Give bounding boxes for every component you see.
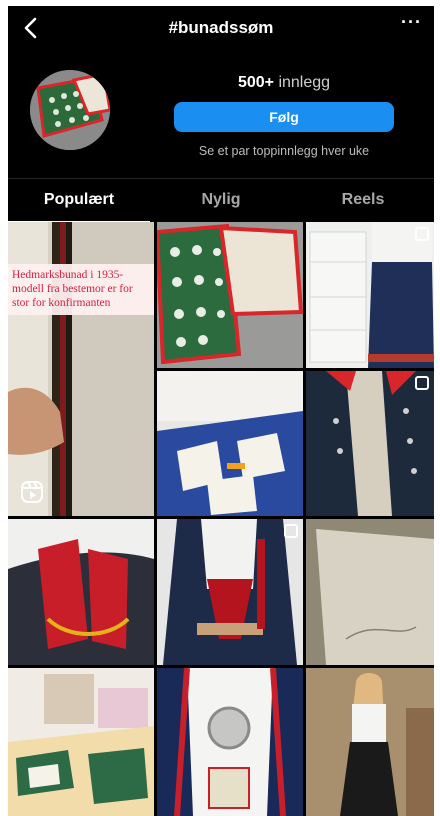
grid-post[interactable] xyxy=(306,519,434,665)
grid-post[interactable] xyxy=(306,371,434,516)
tab-reels[interactable]: Reels xyxy=(292,179,434,223)
grid-post[interactable] xyxy=(306,222,434,368)
grid-post[interactable] xyxy=(157,668,303,816)
grid-post-featured-reel[interactable]: Hedmarksbunad i 1935-modell fra bestemor… xyxy=(8,222,154,516)
grid-post[interactable] xyxy=(157,222,303,368)
tab-recent[interactable]: Nylig xyxy=(150,179,292,223)
multiple-posts-icon xyxy=(415,376,429,390)
content-tabs: Populært Nylig Reels xyxy=(8,178,434,222)
post-count: 500+ innlegg xyxy=(174,74,394,92)
multiple-posts-icon xyxy=(284,524,298,538)
grid-post[interactable] xyxy=(157,519,303,665)
grid-post[interactable] xyxy=(306,668,434,816)
grid-post[interactable] xyxy=(157,371,303,516)
top-bar: #bunadssøm ··· xyxy=(8,6,434,50)
hashtag-avatar xyxy=(30,70,110,150)
grid-post[interactable] xyxy=(8,668,154,816)
tab-popular[interactable]: Populært xyxy=(8,179,150,223)
post-caption-overlay: Hedmarksbunad i 1935-modell fra bestemor… xyxy=(8,264,154,315)
follow-subtext: Se et par toppinnlegg hver uke xyxy=(198,144,370,158)
post-count-unit: innlegg xyxy=(278,74,331,91)
hashtag-header: 500+ innlegg Følg Se et par toppinnlegg … xyxy=(8,50,434,178)
grid-post[interactable] xyxy=(8,519,154,665)
hashtag-title: #bunadssøm xyxy=(168,18,274,37)
post-count-value: 500+ xyxy=(237,74,274,91)
reels-icon xyxy=(21,481,43,503)
more-dots-icon[interactable]: ··· xyxy=(401,12,422,33)
post-grid: Hedmarksbunad i 1935-modell fra bestemor… xyxy=(8,222,434,816)
multiple-posts-icon xyxy=(415,227,429,241)
follow-button[interactable]: Følg xyxy=(174,102,394,132)
app-screen: #bunadssøm ··· 500+ innlegg Følg Se et p… xyxy=(8,6,434,816)
